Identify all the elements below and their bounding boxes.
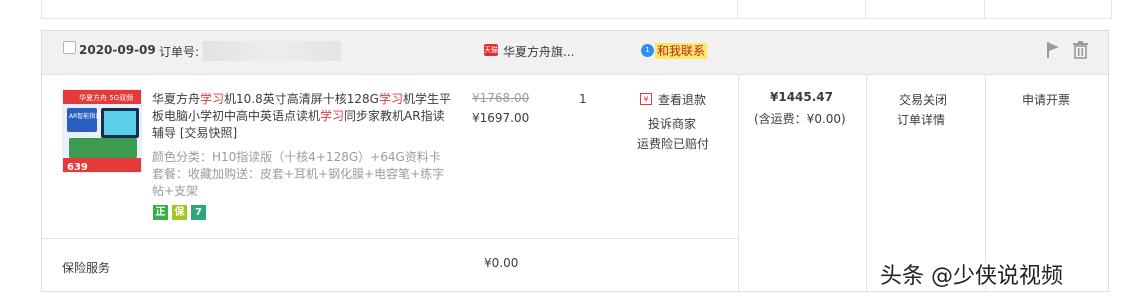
contact-seller-button[interactable]: 和我联系 — [655, 43, 708, 59]
product-image-ar-text: AR智能指读 — [69, 112, 101, 120]
request-invoice-link[interactable]: 申请开票 — [1022, 91, 1070, 108]
column-divider — [737, 0, 738, 18]
shop-name-link[interactable]: 华夏方舟旗... — [503, 43, 574, 60]
shipping-fee-note: (含运费：¥0.00) — [754, 112, 846, 126]
order-total: ¥1445.47 — [770, 90, 834, 104]
product-title-link[interactable]: 华夏方舟学习机10.8英寸高清屏十核128G学习机学生平板电脑小学初中高中英语点… — [152, 91, 452, 142]
product-sku-info: 颜色分类：H10指读版（十核4+128G）+64G资料卡 套餐：收藏加购送：皮套… — [152, 150, 445, 198]
product-image-price: 639 — [67, 162, 88, 173]
order-card: 2020-09-09 订单号: 天猫 华夏方舟旗... 1 和我联系 华夏方舟 … — [41, 30, 1109, 293]
chat-bubble-icon[interactable]: 1 — [641, 44, 654, 57]
insurance-service-price: ¥0.00 — [484, 256, 519, 270]
previous-order-row-bottom — [41, 0, 1112, 19]
order-number-redacted — [203, 41, 341, 61]
unit-price: ¥1697.00 — [472, 111, 530, 125]
order-select-checkbox[interactable] — [63, 41, 76, 54]
service-badges: 正保7 — [153, 204, 210, 220]
view-refund-link[interactable]: 查看退款 — [658, 91, 706, 108]
watermark-text: 头条 @少侠说视频 — [880, 264, 1063, 289]
order-status: 交易关闭 — [899, 93, 948, 107]
order-number-label: 订单号: — [159, 45, 200, 59]
original-price: ¥1768.00 — [472, 91, 530, 105]
title-part: 华夏方舟 — [152, 92, 201, 106]
complain-seller-link[interactable]: 投诉商家 — [648, 115, 696, 132]
product-image-top-text: 华夏方舟 5G双频 — [79, 93, 133, 102]
column-divider — [984, 0, 985, 18]
title-highlight: 学习 — [378, 92, 403, 106]
flag-icon[interactable] — [1045, 41, 1061, 59]
tmall-shop-icon: 天猫 — [484, 44, 498, 56]
title-highlight: 学习 — [320, 109, 345, 123]
quantity: 1 — [579, 92, 587, 106]
order-header: 2020-09-09 订单号: 天猫 华夏方舟旗... 1 和我联系 — [42, 31, 1108, 75]
shipping-insurance-status: 运费险已赔付 — [637, 137, 710, 151]
guarantee-icon[interactable]: 保 — [172, 205, 187, 220]
column-divider — [866, 74, 867, 293]
insurance-service-label: 保险服务 — [62, 261, 111, 275]
refund-icon: ¥ — [640, 93, 652, 105]
order-detail-link[interactable]: 订单详情 — [897, 111, 945, 128]
column-divider — [738, 74, 739, 293]
product-thumbnail[interactable]: 华夏方舟 5G双频 AR智能指读 639 — [62, 89, 142, 173]
trash-icon[interactable] — [1072, 41, 1089, 59]
genuine-icon[interactable]: 正 — [153, 205, 168, 220]
title-part: 机10.8英寸高清屏十核128G — [224, 92, 379, 106]
column-divider — [865, 0, 866, 18]
order-date: 2020-09-09 — [79, 43, 156, 57]
seven-day-return-icon[interactable]: 7 — [191, 205, 206, 220]
row-divider — [42, 238, 738, 239]
title-highlight: 学习 — [200, 92, 225, 106]
